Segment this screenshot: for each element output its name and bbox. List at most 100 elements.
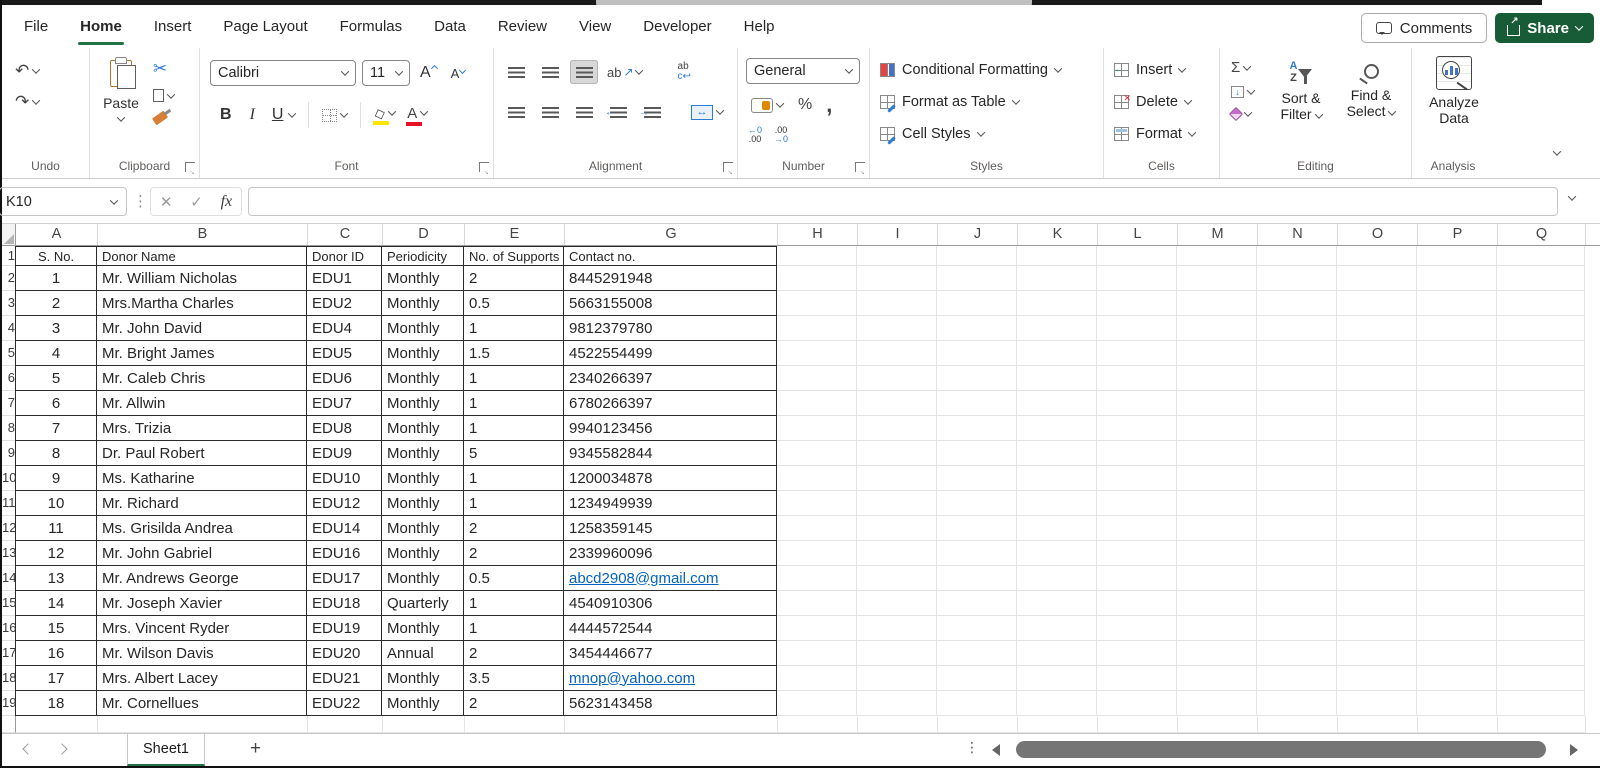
empty-cell[interactable] [1017, 341, 1097, 366]
empty-cell[interactable] [777, 541, 857, 566]
empty-cell[interactable] [1417, 391, 1497, 416]
chevron-down-icon[interactable] [1247, 86, 1255, 94]
empty-cell[interactable] [777, 566, 857, 591]
tab-file[interactable]: File [8, 5, 64, 48]
empty-cell[interactable] [937, 391, 1017, 416]
formula-input[interactable] [248, 187, 1558, 216]
cell[interactable]: EDU5 [307, 341, 382, 366]
empty-cell[interactable] [1177, 641, 1257, 666]
empty-cell[interactable] [777, 591, 857, 616]
empty-cell[interactable] [1017, 266, 1097, 291]
empty-cell[interactable] [937, 416, 1017, 441]
empty-cell[interactable] [937, 666, 1017, 691]
empty-cell[interactable] [1017, 666, 1097, 691]
decrease-decimal-button[interactable]: .00→0 [774, 126, 788, 145]
tab-data[interactable]: Data [418, 5, 482, 48]
empty-cell[interactable] [937, 566, 1017, 591]
bottom-align-button[interactable] [570, 60, 598, 84]
chevron-down-icon[interactable] [776, 99, 784, 107]
empty-cell[interactable] [937, 591, 1017, 616]
format-cells-button[interactable]: Format [1114, 126, 1195, 142]
column-header-B[interactable]: B [98, 224, 308, 245]
cell[interactable]: Monthly [382, 491, 464, 516]
cell[interactable]: 4 [15, 341, 97, 366]
empty-cell[interactable] [857, 666, 937, 691]
chevron-down-icon[interactable] [716, 106, 724, 114]
empty-cell[interactable] [938, 716, 1018, 733]
row-header-4[interactable]: 4 [2, 316, 16, 341]
cell[interactable]: 5 [464, 441, 564, 466]
tab-review[interactable]: Review [482, 5, 563, 48]
formula-bar-handle[interactable]: ⋮ [133, 192, 148, 210]
empty-cell[interactable] [1017, 391, 1097, 416]
orientation-button[interactable]: ab↗ [604, 63, 645, 82]
empty-cell[interactable] [777, 466, 857, 491]
empty-cell[interactable] [1018, 716, 1098, 733]
find-select-button[interactable]: Find & Select [1338, 56, 1404, 119]
empty-cell[interactable] [1097, 591, 1177, 616]
column-header-P[interactable]: P [1418, 224, 1498, 245]
number-format-select[interactable]: General [746, 58, 860, 84]
empty-cell[interactable] [777, 416, 857, 441]
empty-cell[interactable] [1498, 716, 1586, 733]
cell[interactable]: 1 [464, 466, 564, 491]
cell[interactable]: Monthly [382, 616, 464, 641]
increase-decimal-button[interactable]: ←0.00 [748, 126, 762, 145]
sort-filter-button[interactable]: AZ Sort & Filter [1268, 56, 1334, 122]
empty-cell[interactable] [1497, 591, 1585, 616]
empty-cell[interactable] [857, 641, 937, 666]
empty-cell[interactable] [1097, 541, 1177, 566]
empty-cell[interactable] [1417, 246, 1497, 266]
empty-cell[interactable] [1257, 666, 1337, 691]
align-center-button[interactable] [536, 100, 564, 124]
chevron-down-icon[interactable] [634, 66, 642, 74]
row-header-11[interactable]: 11 [2, 491, 16, 516]
empty-cell[interactable] [1418, 716, 1498, 733]
cut-button[interactable]: ✂ [150, 58, 177, 79]
cell[interactable]: Mrs. Albert Lacey [97, 666, 307, 691]
empty-cell[interactable] [465, 716, 565, 733]
empty-cell[interactable] [1497, 291, 1585, 316]
cell[interactable]: Monthly [382, 441, 464, 466]
cell[interactable]: Monthly [382, 341, 464, 366]
cell[interactable]: Annual [382, 641, 464, 666]
cell[interactable]: Mr. Bright James [97, 341, 307, 366]
align-right-button[interactable] [570, 100, 598, 124]
font-color-button[interactable]: A [404, 104, 430, 127]
empty-cell[interactable] [1497, 341, 1585, 366]
empty-cell[interactable] [1177, 441, 1257, 466]
row-header-5[interactable]: 5 [2, 341, 16, 366]
empty-cell[interactable] [777, 666, 857, 691]
borders-button[interactable] [319, 107, 350, 124]
redo-button[interactable]: ↷ [12, 91, 42, 112]
middle-align-button[interactable] [536, 60, 564, 84]
empty-cell[interactable] [857, 416, 937, 441]
column-header-M[interactable]: M [1178, 224, 1258, 245]
cell[interactable]: EDU6 [307, 366, 382, 391]
empty-cell[interactable] [937, 316, 1017, 341]
expand-formula-bar-chevron[interactable] [1568, 192, 1576, 200]
column-header-Q[interactable]: Q [1498, 224, 1586, 245]
top-align-button[interactable] [502, 60, 530, 84]
horizontal-scrollbar[interactable] [1010, 741, 1558, 758]
empty-cell[interactable] [1017, 616, 1097, 641]
cell[interactable]: EDU4 [307, 316, 382, 341]
chevron-down-icon[interactable] [1243, 62, 1251, 70]
clear-button[interactable] [1228, 107, 1257, 121]
empty-cell[interactable] [937, 516, 1017, 541]
cell[interactable]: Monthly [382, 291, 464, 316]
empty-cell[interactable] [1097, 246, 1177, 266]
cell[interactable]: Monthly [382, 541, 464, 566]
cell[interactable]: EDU9 [307, 441, 382, 466]
empty-cell[interactable] [1177, 416, 1257, 441]
copy-button[interactable] [150, 87, 177, 104]
cell[interactable]: 1 [464, 316, 564, 341]
cell[interactable]: Mr. Allwin [97, 391, 307, 416]
undo-button[interactable]: ↶ [12, 60, 42, 81]
empty-cell[interactable] [777, 266, 857, 291]
empty-cell[interactable] [1177, 246, 1257, 266]
row-header-15[interactable]: 15 [2, 591, 16, 616]
cell[interactable]: Monthly [382, 566, 464, 591]
empty-cell[interactable] [1097, 616, 1177, 641]
cell[interactable]: 11 [15, 516, 97, 541]
